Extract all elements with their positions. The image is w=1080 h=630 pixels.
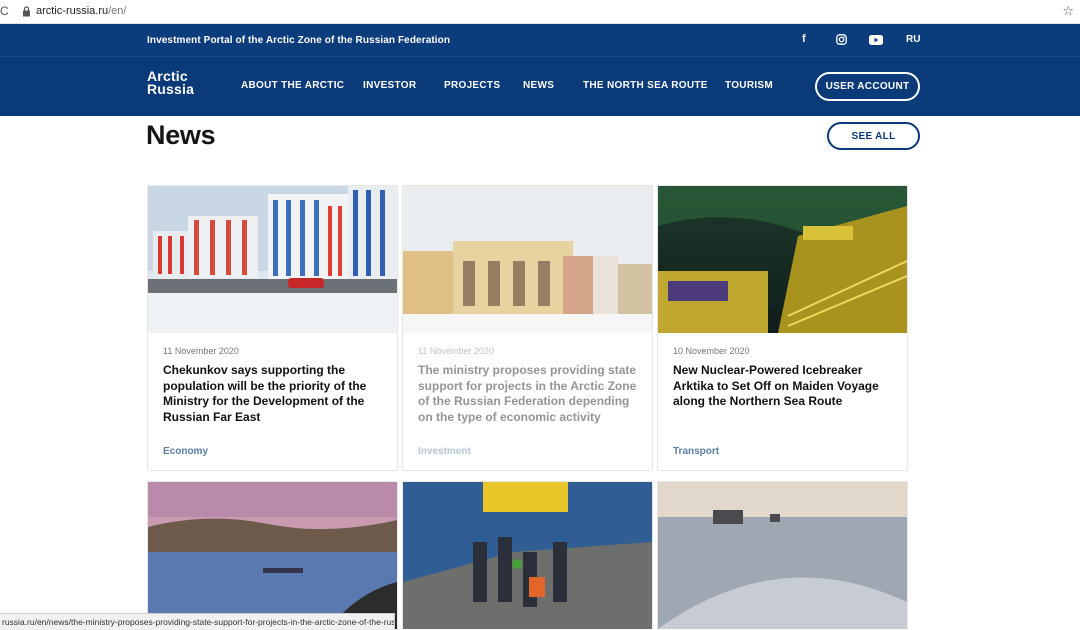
news-image-bay-sunset[interactable] — [148, 482, 397, 629]
news-image-ship-deck-crew[interactable] — [403, 482, 652, 629]
site-header: Investment Portal of the Arctic Zone of … — [0, 24, 1080, 116]
instagram-icon[interactable] — [836, 34, 847, 45]
site-logo[interactable]: Arctic Russia — [147, 69, 195, 97]
header-topline: Investment Portal of the Arctic Zone of … — [0, 24, 1080, 57]
news-category-tag[interactable]: Investment — [418, 446, 471, 457]
news-card[interactable]: 10 November 2020 New Nuclear-Powered Ice… — [657, 185, 908, 471]
news-category-tag[interactable]: Economy — [163, 446, 208, 457]
news-date: 11 November 2020 — [418, 346, 494, 356]
news-card[interactable]: 11 November 2020 Chekunkov says supporti… — [147, 185, 398, 471]
nav-tourism[interactable]: TOURISM — [725, 80, 773, 91]
nav-about-arctic[interactable]: ABOUT THE ARCTIC — [241, 80, 344, 91]
language-switch[interactable]: RU — [906, 34, 920, 45]
news-image-arctic-town-buildings[interactable] — [403, 186, 652, 333]
news-image-icebreaker-aurora[interactable] — [658, 186, 907, 333]
news-title[interactable]: New Nuclear-Powered Icebreaker Arktika t… — [673, 363, 895, 410]
portal-title: Investment Portal of the Arctic Zone of … — [147, 35, 451, 46]
nav-investor[interactable]: INVESTOR — [363, 80, 416, 91]
bookmark-star-icon[interactable]: ☆ — [1062, 3, 1074, 19]
news-image-ship-in-ice[interactable] — [658, 482, 907, 629]
news-card[interactable] — [147, 481, 398, 630]
nav-projects[interactable]: PROJECTS — [444, 80, 500, 91]
url-text[interactable]: arctic-russia.ru/en/ — [36, 5, 126, 17]
lock-icon — [23, 6, 30, 17]
nav-north-sea-route[interactable]: THE NORTH SEA ROUTE — [583, 80, 708, 91]
news-card[interactable] — [402, 481, 653, 630]
news-title[interactable]: The ministry proposes providing state su… — [418, 363, 640, 425]
facebook-icon[interactable]: f — [802, 33, 806, 45]
see-all-button[interactable]: SEE ALL — [827, 122, 920, 150]
browser-address-bar: C arctic-russia.ru/en/ ☆ — [0, 0, 1080, 24]
news-card[interactable] — [657, 481, 908, 630]
news-card[interactable]: 11 November 2020 The ministry proposes p… — [402, 185, 653, 471]
youtube-icon[interactable] — [869, 35, 883, 45]
nav-news[interactable]: NEWS — [523, 80, 554, 91]
user-account-button[interactable]: USER ACCOUNT — [815, 72, 920, 101]
logo-line-2: Russia — [147, 81, 195, 97]
news-heading: News — [146, 120, 216, 150]
reload-icon[interactable]: C — [0, 4, 9, 18]
news-image-apartment-buildings[interactable] — [148, 186, 397, 333]
browser-status-url: russia.ru/en/news/the-ministry-proposes-… — [0, 613, 395, 630]
news-date: 11 November 2020 — [163, 346, 239, 356]
news-date: 10 November 2020 — [673, 346, 750, 356]
news-category-tag[interactable]: Transport — [673, 446, 719, 457]
news-title[interactable]: Chekunkov says supporting the population… — [163, 363, 385, 425]
